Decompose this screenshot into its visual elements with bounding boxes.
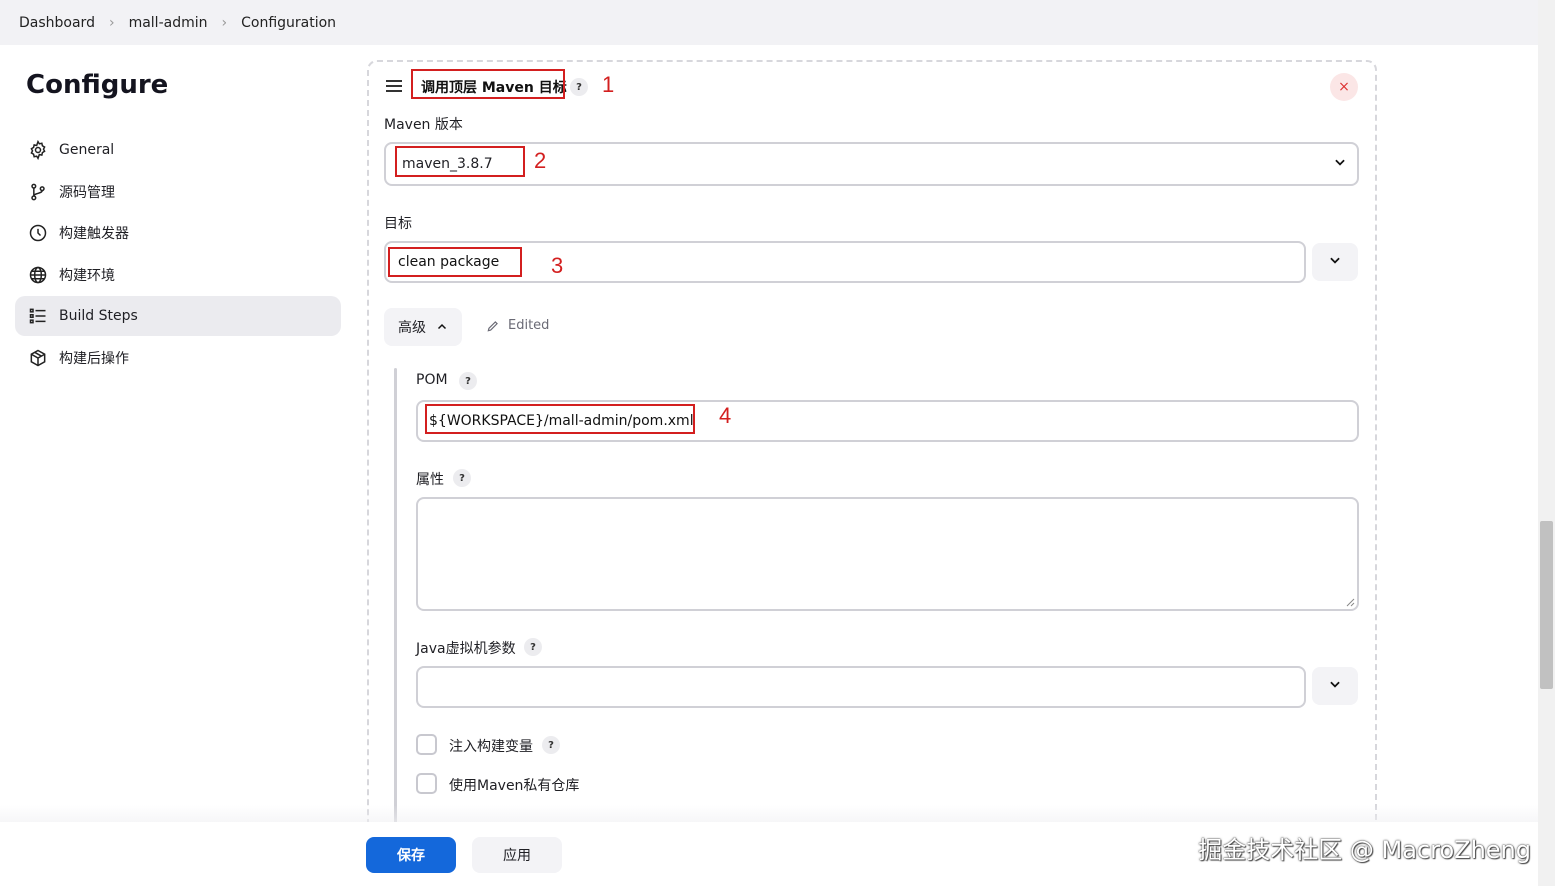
- goals-expand-button[interactable]: [1312, 243, 1358, 281]
- private-repository-checkbox[interactable]: [416, 773, 437, 794]
- help-icon[interactable]: ?: [453, 469, 471, 487]
- breadcrumb-separator-icon: ›: [108, 14, 115, 31]
- private-repository-label: 使用Maven私有仓库: [449, 778, 580, 794]
- scrollbar-thumb[interactable]: [1540, 521, 1553, 689]
- goals-label: 目标: [384, 216, 412, 232]
- edited-label: Edited: [508, 318, 550, 333]
- sidebar-item-build-steps[interactable]: Build Steps: [15, 296, 341, 336]
- jvm-options-expand-button[interactable]: [1312, 667, 1358, 705]
- breadcrumb-dashboard[interactable]: Dashboard: [19, 15, 95, 31]
- sidebar-item-label: Build Steps: [59, 308, 138, 324]
- edited-indicator: Edited: [486, 318, 549, 333]
- annotation-number: 3: [551, 253, 564, 278]
- sidebar-item-general[interactable]: General: [15, 130, 341, 170]
- goals-input[interactable]: clean package: [384, 241, 1306, 283]
- maven-version-label: Maven 版本: [384, 117, 463, 133]
- help-icon[interactable]: ?: [459, 372, 477, 390]
- jvm-options-input[interactable]: [416, 666, 1306, 708]
- clock-icon: [27, 222, 49, 244]
- globe-icon: [27, 264, 49, 286]
- help-icon[interactable]: ?: [524, 638, 542, 656]
- pencil-icon: [486, 319, 500, 333]
- jvm-options-label: Java虚拟机参数: [416, 641, 516, 657]
- chevron-down-icon: [1328, 253, 1342, 271]
- pom-label: POM: [416, 372, 448, 388]
- package-icon: [27, 347, 49, 369]
- annotation-box: [395, 146, 525, 177]
- help-icon[interactable]: ?: [570, 78, 588, 96]
- annotation-box: [388, 247, 522, 277]
- advanced-section-divider: [394, 368, 397, 830]
- sidebar-item-label: 构建后操作: [59, 350, 129, 367]
- page-title: Configure: [26, 70, 169, 100]
- list-icon: [27, 305, 49, 327]
- inject-build-variables-checkbox[interactable]: [416, 734, 437, 755]
- properties-label: 属性: [416, 472, 444, 488]
- sidebar-item-build-environment[interactable]: 构建环境: [15, 255, 341, 295]
- sidebar-item-label: General: [59, 142, 115, 158]
- scrollbar[interactable]: [1538, 0, 1555, 886]
- breadcrumb-separator-icon: ›: [221, 14, 228, 31]
- chevron-down-icon: [1333, 155, 1347, 173]
- sidebar-item-post-build[interactable]: 构建后操作: [15, 338, 341, 378]
- breadcrumb: Dashboard › mall-admin › Configuration: [0, 0, 1538, 45]
- save-button[interactable]: 保存: [366, 837, 456, 873]
- annotation-box: [425, 404, 695, 434]
- properties-textarea[interactable]: [416, 497, 1359, 611]
- bottom-bar-shadow: [0, 805, 1538, 823]
- breadcrumb-mall-admin[interactable]: mall-admin: [129, 15, 208, 31]
- chevron-up-icon: [436, 321, 448, 333]
- maven-version-select[interactable]: maven_3.8.7: [384, 142, 1359, 186]
- sidebar-item-label: 构建环境: [59, 267, 115, 284]
- apply-button[interactable]: 应用: [472, 837, 562, 873]
- sidebar-item-label: 源码管理: [59, 184, 115, 201]
- watermark: 掘金技术社区 @ MacroZheng: [1198, 836, 1531, 864]
- help-icon[interactable]: ?: [542, 736, 560, 754]
- inject-build-variables-label: 注入构建变量: [449, 739, 533, 755]
- sidebar-item-label: 构建触发器: [59, 226, 129, 242]
- sidebar-nav: General 源码管理 构建触发器 构建环境 Build Steps 构建后操…: [15, 130, 341, 379]
- drag-handle-icon[interactable]: [386, 80, 402, 92]
- git-branch-icon: [27, 181, 49, 203]
- advanced-toggle-button[interactable]: 高级: [384, 308, 462, 346]
- sidebar-item-source-control[interactable]: 源码管理: [15, 172, 341, 212]
- annotation-box: [411, 69, 565, 99]
- annotation-number: 2: [534, 148, 547, 173]
- annotation-number: 1: [602, 72, 615, 97]
- sidebar-item-build-triggers[interactable]: 构建触发器: [15, 213, 341, 253]
- advanced-label: 高级: [398, 320, 426, 336]
- gear-icon: [27, 139, 49, 161]
- breadcrumb-configuration[interactable]: Configuration: [241, 15, 336, 31]
- delete-step-button[interactable]: ×: [1330, 73, 1358, 101]
- chevron-down-icon: [1328, 677, 1342, 695]
- resize-handle-icon[interactable]: [1345, 597, 1355, 607]
- annotation-number: 4: [719, 403, 732, 428]
